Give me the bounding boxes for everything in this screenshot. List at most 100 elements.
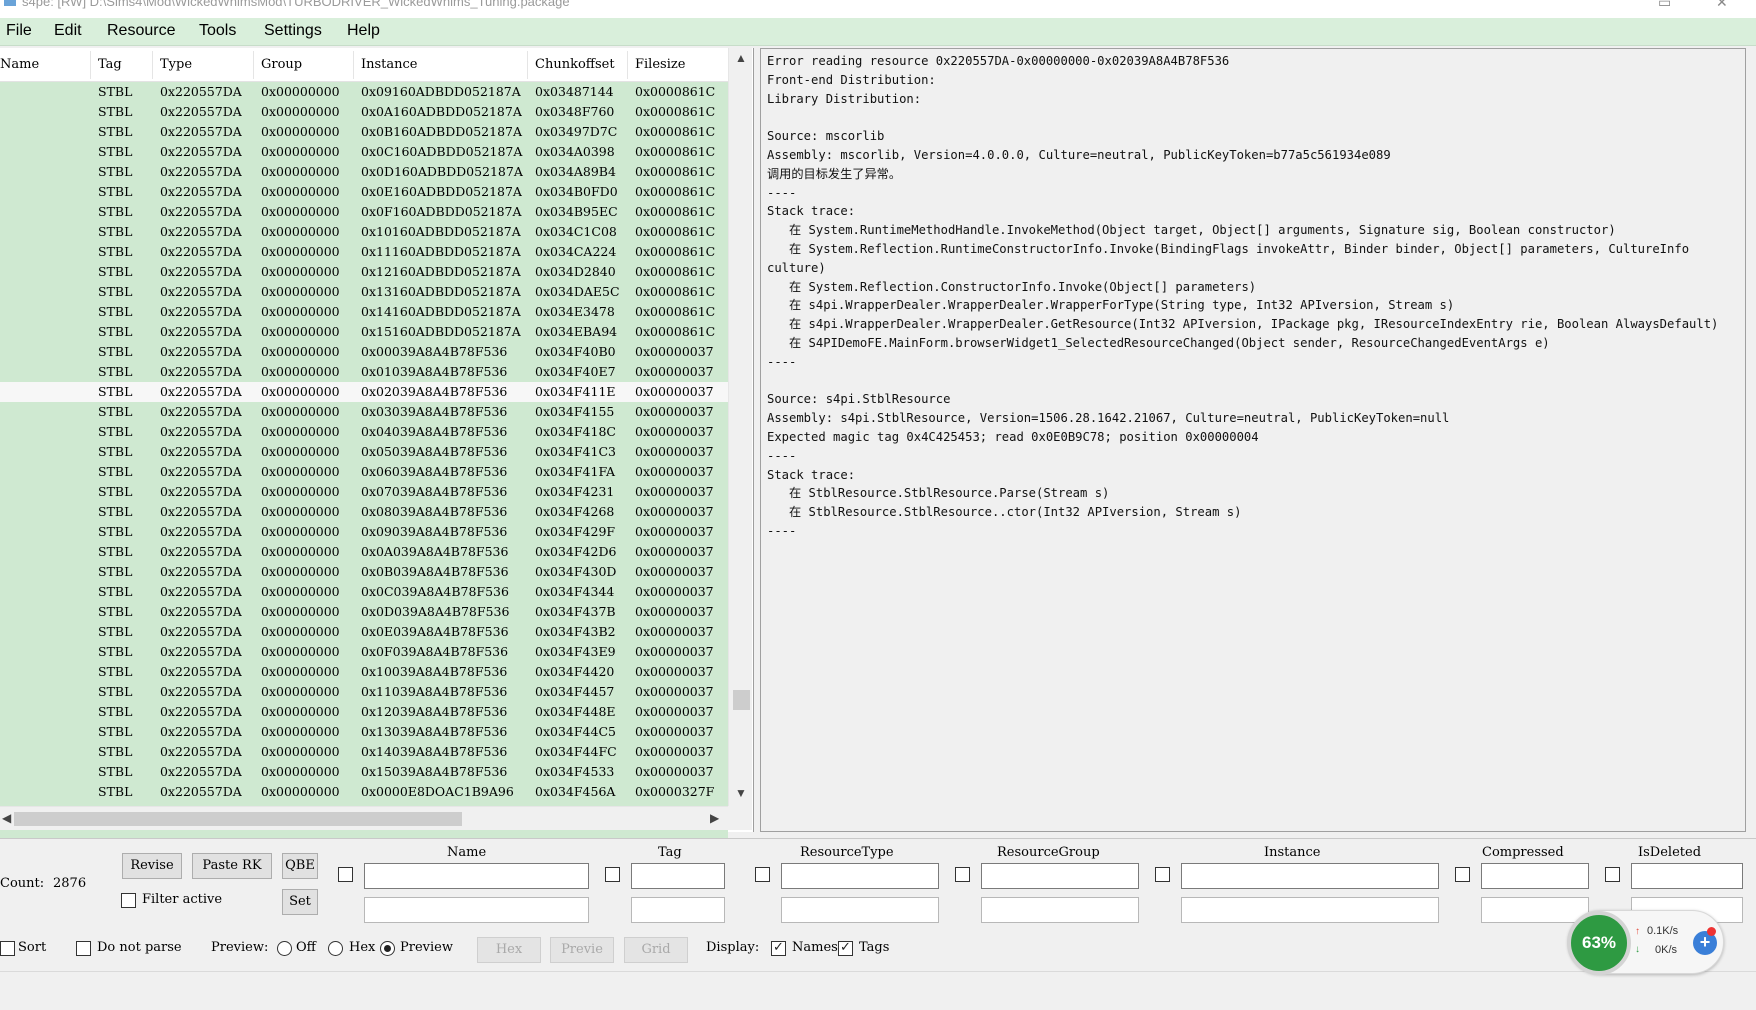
table-row[interactable]: STBL 0x220557DA 0x00000000 0x13160ADBDD0521… <box>0 282 728 302</box>
table-row[interactable]: STBL 0x220557DA 0x00000000 0x12160ADBDD0521… <box>0 262 728 282</box>
qbe-button[interactable]: QBE <box>282 853 318 879</box>
display-tags-checkbox[interactable] <box>838 939 853 956</box>
table-row[interactable]: STBL 0x220557DA 0x00000000 0x15160ADBDD0521… <box>0 322 728 342</box>
sort-checkbox[interactable] <box>0 941 15 956</box>
table-row[interactable]: STBL 0x220557DA 0x00000000 0x03039A8A4B78F5… <box>0 402 728 422</box>
table-row[interactable]: STBL 0x220557DA 0x00000000 0x10039A8A4B78F5… <box>0 662 728 682</box>
table-row[interactable]: STBL 0x220557DA 0x00000000 0x0000E8DOAC1B9A… <box>0 782 728 802</box>
row-chunkoffset: 0x034B0FD0 <box>535 184 618 199</box>
filter-compressed-field[interactable] <box>1481 863 1589 889</box>
filter-name-field[interactable] <box>364 863 589 889</box>
network-monitor-widget[interactable]: 63% ↑ 0.1K/s ↓ 0K/s + <box>1567 910 1724 975</box>
table-row[interactable]: STBL 0x220557DA 0x00000000 0x0D160ADBDD0521… <box>0 162 728 182</box>
table-row[interactable]: STBL 0x220557DA 0x00000000 0x05039A8A4B78F5… <box>0 442 728 462</box>
table-row[interactable]: STBL 0x220557DA 0x00000000 0x0E160ADBDD0521… <box>0 182 728 202</box>
column-filesize[interactable]: Filesize <box>635 57 685 72</box>
horizontal-scrollbar[interactable]: ◀ ▶ <box>0 806 728 830</box>
menu-edit[interactable]: Edit <box>54 22 82 40</box>
table-row[interactable]: STBL 0x220557DA 0x00000000 0x0B160ADBDD0521… <box>0 122 728 142</box>
vertical-scrollbar[interactable]: ▲ ▼ <box>728 48 752 806</box>
filter-isdeleted-field[interactable] <box>1631 863 1743 889</box>
table-row[interactable]: STBL 0x220557DA 0x00000000 0x15039A8A4B78F5… <box>0 762 728 782</box>
usage-percent[interactable]: 63% <box>1567 911 1631 975</box>
table-row[interactable]: STBL 0x220557DA 0x00000000 0x0B039A8A4B78F5… <box>0 562 728 582</box>
table-row[interactable]: STBL 0x220557DA 0x00000000 0x0F039A8A4B78F5… <box>0 642 728 662</box>
close-icon[interactable]: ✕ <box>1716 0 1728 11</box>
filter-resourcegroup-checkbox[interactable] <box>955 867 970 882</box>
menu-settings[interactable]: Settings <box>264 22 322 40</box>
table-row[interactable]: STBL 0x220557DA 0x00000000 0x0C160ADBDD0521… <box>0 142 728 162</box>
grid-button[interactable]: Grid <box>624 937 688 963</box>
scroll-left-icon[interactable]: ◀ <box>2 811 11 825</box>
filter-resourcetype-checkbox[interactable] <box>755 867 770 882</box>
filter-name-mask-field[interactable] <box>364 897 589 923</box>
scrollbar-thumb[interactable] <box>14 812 462 826</box>
table-row[interactable]: STBL 0x220557DA 0x00000000 0x0F160ADBDD0521… <box>0 202 728 222</box>
column-instance[interactable]: Instance <box>361 57 418 72</box>
preview-hex-radio[interactable] <box>328 941 343 956</box>
table-row[interactable]: STBL 0x220557DA 0x00000000 0x11160ADBDD0521… <box>0 242 728 262</box>
filter-resourcegroup-field[interactable] <box>981 863 1139 889</box>
table-row[interactable]: STBL 0x220557DA 0x00000000 0x13039A8A4B78F5… <box>0 722 728 742</box>
table-row[interactable]: STBL 0x220557DA 0x00000000 0x07039A8A4B78F5… <box>0 482 728 502</box>
filter-resourcegroup-mask-field[interactable] <box>981 897 1139 923</box>
table-row[interactable]: STBL 0x220557DA 0x00000000 0x0A160ADBDD0521… <box>0 102 728 122</box>
table-row[interactable]: STBL 0x220557DA 0x00000000 0x09160ADBDD0521… <box>0 82 728 102</box>
preview-preview-radio[interactable] <box>380 941 395 956</box>
filter-active-checkbox[interactable] <box>121 893 136 908</box>
table-row[interactable]: STBL 0x220557DA 0x00000000 0x09039A8A4B78F5… <box>0 522 728 542</box>
row-instance: 0x10160ADBDD052187A <box>361 224 521 239</box>
revise-button[interactable]: Revise <box>122 853 182 879</box>
column-group[interactable]: Group <box>261 57 302 72</box>
filter-instance-mask-field[interactable] <box>1181 897 1439 923</box>
column-tag[interactable]: Tag <box>98 57 122 72</box>
maximize-icon[interactable]: ▭ <box>1658 0 1671 11</box>
table-row[interactable]: STBL 0x220557DA 0x00000000 0x0A039A8A4B78F5… <box>0 542 728 562</box>
table-row[interactable]: STBL 0x220557DA 0x00000000 0x04039A8A4B78F5… <box>0 422 728 442</box>
filter-resourcetype-mask-field[interactable] <box>781 897 939 923</box>
table-row[interactable]: STBL 0x220557DA 0x00000000 0x00039A8A4B78F5… <box>0 342 728 362</box>
display-names-checkbox[interactable] <box>771 939 786 956</box>
paste-rk-button[interactable]: Paste RK <box>192 853 272 879</box>
filter-compressed-checkbox[interactable] <box>1455 867 1470 882</box>
table-row[interactable]: STBL 0x220557DA 0x00000000 0x14039A8A4B78F5… <box>0 742 728 762</box>
set-button[interactable]: Set <box>282 889 318 915</box>
filter-name-checkbox[interactable] <box>338 867 353 882</box>
scroll-down-icon[interactable]: ▼ <box>735 786 747 800</box>
preview-off-radio[interactable] <box>277 941 292 956</box>
do-not-parse-checkbox[interactable] <box>76 941 91 956</box>
table-row[interactable]: STBL 0x220557DA 0x00000000 0x12039A8A4B78F5… <box>0 702 728 722</box>
menu-tools[interactable]: Tools <box>199 22 236 40</box>
table-row[interactable]: STBL 0x220557DA 0x00000000 0x10160ADBDD0521… <box>0 222 728 242</box>
filter-instance-checkbox[interactable] <box>1155 867 1170 882</box>
filter-tag-field[interactable] <box>631 863 725 889</box>
filter-instance-field[interactable] <box>1181 863 1439 889</box>
menu-help[interactable]: Help <box>347 22 380 40</box>
filter-isdeleted-checkbox[interactable] <box>1605 867 1620 882</box>
table-row[interactable]: STBL 0x220557DA 0x00000000 0x02039A8A4B78F5… <box>0 382 728 402</box>
column-chunkoffset[interactable]: Chunkoffset <box>535 57 615 72</box>
table-row[interactable]: STBL 0x220557DA 0x00000000 0x0C039A8A4B78F5… <box>0 582 728 602</box>
filter-tag-mask-field[interactable] <box>631 897 725 923</box>
table-row[interactable]: STBL 0x220557DA 0x00000000 0x14160ADBDD0521… <box>0 302 728 322</box>
column-name[interactable]: Name <box>0 57 39 72</box>
menu-file[interactable]: File <box>6 22 32 40</box>
table-row[interactable]: STBL 0x220557DA 0x00000000 0x01039A8A4B78F5… <box>0 362 728 382</box>
hex-button[interactable]: Hex <box>477 937 541 963</box>
preview-button[interactable]: Previe <box>550 937 614 963</box>
filter-compressed-mask-field[interactable] <box>1481 897 1589 923</box>
menu-resource[interactable]: Resource <box>107 22 175 40</box>
column-type[interactable]: Type <box>160 57 192 72</box>
table-row[interactable]: STBL 0x220557DA 0x00000000 0x06039A8A4B78F5… <box>0 462 728 482</box>
filter-resourcetype-field[interactable] <box>781 863 939 889</box>
row-type: 0x220557DA <box>160 164 242 179</box>
scroll-up-icon[interactable]: ▲ <box>735 51 747 65</box>
filter-tag-checkbox[interactable] <box>605 867 620 882</box>
scroll-right-icon[interactable]: ▶ <box>710 811 719 825</box>
table-row[interactable]: STBL 0x220557DA 0x00000000 0x0E039A8A4B78F5… <box>0 622 728 642</box>
table-row[interactable]: STBL 0x220557DA 0x00000000 0x11039A8A4B78F5… <box>0 682 728 702</box>
table-row[interactable]: STBL 0x220557DA 0x00000000 0x0D039A8A4B78F5… <box>0 602 728 622</box>
table-row[interactable]: STBL 0x220557DA 0x00000000 0x08039A8A4B78F5… <box>0 502 728 522</box>
scrollbar-thumb[interactable] <box>733 690 750 710</box>
preview-pane[interactable]: Error reading resource 0x220557DA-0x0000… <box>760 48 1746 832</box>
